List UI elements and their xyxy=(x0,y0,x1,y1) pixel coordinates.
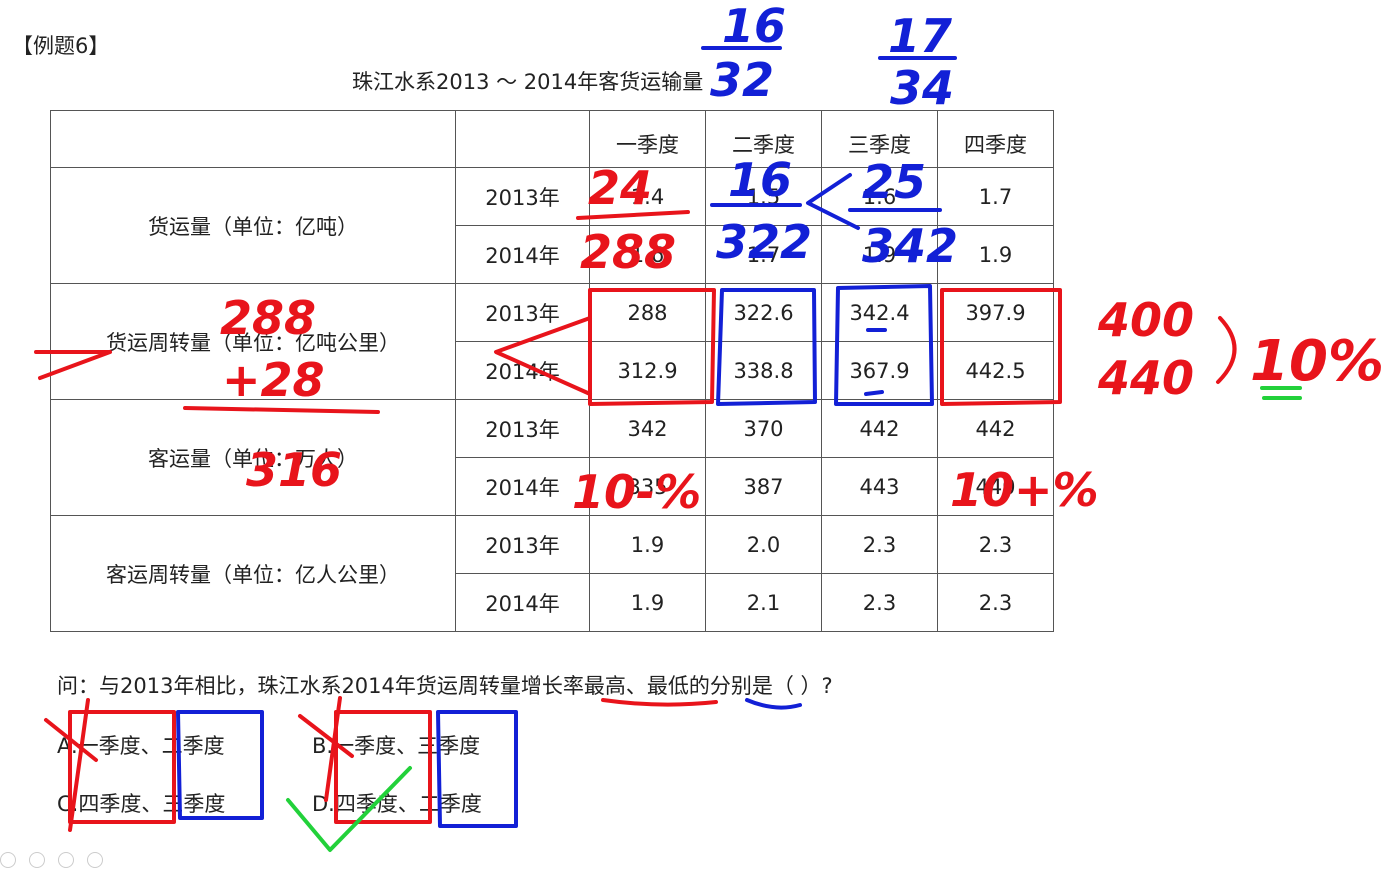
value-cell: 2.3 xyxy=(937,515,1054,574)
value-cell: 312.9 xyxy=(589,341,706,400)
value-cell: 2.1 xyxy=(705,573,822,632)
value-cell: 2.0 xyxy=(705,515,822,574)
value-cell: 442 xyxy=(937,399,1054,458)
value-cell: 1.5 xyxy=(705,167,822,226)
value-cell: 2.3 xyxy=(821,515,938,574)
year-cell: 2013年 xyxy=(455,167,590,226)
value-cell: 1.7 xyxy=(937,167,1054,226)
group-label: 客运量（单位：万人） xyxy=(50,399,456,516)
quarter-header: 四季度 xyxy=(937,110,1054,168)
value-cell: 387 xyxy=(705,457,822,516)
group-label: 货运量（单位：亿吨） xyxy=(50,167,456,284)
bracket-stroke xyxy=(1216,316,1237,384)
note-text: 10% xyxy=(1250,329,1384,394)
note-text: 17 xyxy=(888,9,952,63)
value-cell: 1.9 xyxy=(937,225,1054,284)
table-row: 客运周转量（单位：亿人公里） 2013年 1.9 2.0 2.3 2.3 xyxy=(50,515,1054,632)
year-cell: 2014年 xyxy=(455,225,590,284)
value-cell: 1.9 xyxy=(821,225,938,284)
year-header-cell xyxy=(455,110,590,168)
value-cell: 367.9 xyxy=(821,341,938,400)
value-cell: 442 xyxy=(821,399,938,458)
table-row: 货运量（单位：亿吨） 2013年 1.4 1.5 1.6 1.7 xyxy=(50,167,1054,284)
underline-stroke xyxy=(601,698,718,707)
value-cell: 288 xyxy=(589,283,706,342)
note-text: 32 xyxy=(710,53,774,107)
value-cell: 440 xyxy=(937,457,1054,516)
question-text: 问：与2013年相比，珠江水系2014年货运周转量增长率最高、最低的分别是（ ）… xyxy=(57,674,833,698)
value-cell: 2.3 xyxy=(937,573,1054,632)
toolbar-dot-icon[interactable] xyxy=(87,852,104,868)
corner-cell xyxy=(50,110,456,168)
note-text: 440 xyxy=(1097,351,1194,405)
value-cell: 1.9 xyxy=(589,515,706,574)
equals-stroke xyxy=(1260,386,1302,400)
value-cell: 1.6 xyxy=(589,225,706,284)
toolbar-dot-icon[interactable] xyxy=(29,852,46,868)
quarter-header: 一季度 xyxy=(589,110,706,168)
group-label: 货运周转量（单位：亿吨公里） xyxy=(50,283,456,400)
table-title: 珠江水系2013 ～ 2014年客货运输量 xyxy=(352,70,704,94)
value-cell: 335 xyxy=(589,457,706,516)
option-c[interactable]: C.四季度、三季度 xyxy=(57,788,225,818)
example-label: 【例题6】 xyxy=(12,34,110,58)
value-cell: 322.6 xyxy=(705,283,822,342)
value-cell: 342.4 xyxy=(821,283,938,342)
value-cell: 1.6 xyxy=(821,167,938,226)
quarter-header: 二季度 xyxy=(705,110,822,168)
note-text: 34 xyxy=(890,61,954,115)
option-b[interactable]: B.一季度、三季度 xyxy=(312,730,480,760)
value-cell: 370 xyxy=(705,399,822,458)
option-a[interactable]: A.一季度、二季度 xyxy=(57,730,225,760)
value-cell: 1.7 xyxy=(705,225,822,284)
value-cell: 342 xyxy=(589,399,706,458)
year-cell: 2013年 xyxy=(455,283,590,342)
note-text: 400 xyxy=(1097,293,1194,347)
playback-toolbar xyxy=(0,852,111,872)
header-row: 一季度 二季度 三季度 四季度 xyxy=(50,110,1054,168)
quarter-header: 三季度 xyxy=(821,110,938,168)
option-d[interactable]: D.四季度、二季度 xyxy=(312,788,482,818)
value-cell: 443 xyxy=(821,457,938,516)
value-cell: 2.3 xyxy=(821,573,938,632)
value-cell: 1.4 xyxy=(589,167,706,226)
note-text: 16 xyxy=(722,0,786,53)
value-cell: 397.9 xyxy=(937,283,1054,342)
table-row: 客运量（单位：万人） 2013年 342 370 442 442 xyxy=(50,399,1054,516)
value-cell: 338.8 xyxy=(705,341,822,400)
year-cell: 2013年 xyxy=(455,515,590,574)
year-cell: 2013年 xyxy=(455,399,590,458)
year-cell: 2014年 xyxy=(455,341,590,400)
year-cell: 2014年 xyxy=(455,573,590,632)
underline-stroke xyxy=(745,698,802,710)
value-cell: 442.5 xyxy=(937,341,1054,400)
group-label: 客运周转量（单位：亿人公里） xyxy=(50,515,456,632)
toolbar-dot-icon[interactable] xyxy=(0,852,16,868)
toolbar-dot-icon[interactable] xyxy=(58,852,75,868)
data-table: 一季度 二季度 三季度 四季度 货运量（单位：亿吨） 2013年 1.4 1.5… xyxy=(50,110,1054,632)
year-cell: 2014年 xyxy=(455,457,590,516)
value-cell: 1.9 xyxy=(589,573,706,632)
table-row: 货运周转量（单位：亿吨公里） 2013年 288 322.6 342.4 397… xyxy=(50,283,1054,400)
